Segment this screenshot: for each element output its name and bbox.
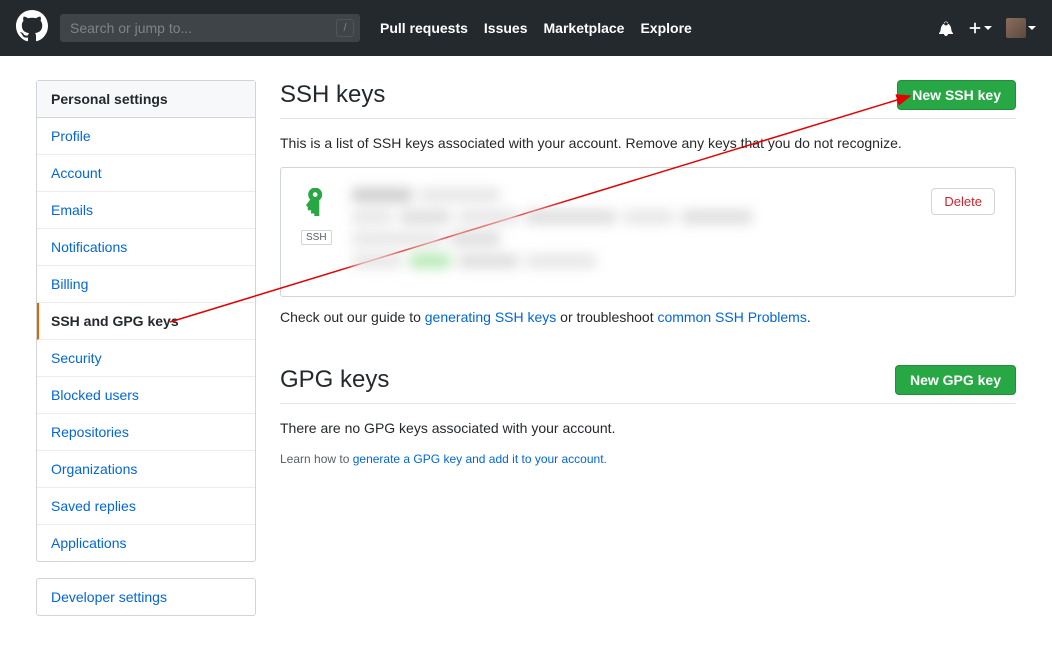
nav-marketplace[interactable]: Marketplace — [544, 20, 625, 36]
ssh-key-item: SSH Delete — [280, 167, 1016, 297]
secondary-settings-menu: Developer settings — [36, 578, 256, 616]
ssh-badge: SSH — [301, 230, 332, 245]
gpg-learn-note: Learn how to generate a GPG key and add … — [280, 452, 1016, 466]
search-slash-hint: / — [336, 19, 354, 37]
ssh-guide-note: Check out our guide to generating SSH ke… — [280, 309, 1016, 325]
sidebar-item-billing[interactable]: Billing — [37, 266, 255, 303]
sidebar-item-notifications[interactable]: Notifications — [37, 229, 255, 266]
ssh-description: This is a list of SSH keys associated wi… — [280, 135, 1016, 151]
sidebar-item-profile[interactable]: Profile — [37, 118, 255, 155]
sidebar-item-repositories[interactable]: Repositories — [37, 414, 255, 451]
nav-explore[interactable]: Explore — [640, 20, 691, 36]
avatar — [1006, 18, 1026, 38]
sidebar-item-blocked-users[interactable]: Blocked users — [37, 377, 255, 414]
sidebar-item-saved-replies[interactable]: Saved replies — [37, 488, 255, 525]
new-ssh-key-button[interactable]: New SSH key — [897, 80, 1016, 110]
ssh-keys-heading: SSH keys — [280, 81, 385, 109]
sidebar-item-organizations[interactable]: Organizations — [37, 451, 255, 488]
delete-ssh-key-button[interactable]: Delete — [931, 188, 995, 215]
sidebar-item-developer-settings[interactable]: Developer settings — [37, 579, 255, 615]
link-common-ssh-problems[interactable]: common SSH Problems — [657, 309, 806, 325]
add-dropdown[interactable] — [968, 21, 992, 35]
sidebar-item-applications[interactable]: Applications — [37, 525, 255, 561]
key-icon — [301, 188, 332, 221]
nav-pull-requests[interactable]: Pull requests — [380, 20, 468, 36]
github-logo-icon[interactable] — [16, 10, 48, 47]
sidebar-item-emails[interactable]: Emails — [37, 192, 255, 229]
user-menu[interactable] — [1006, 18, 1036, 38]
nav-issues[interactable]: Issues — [484, 20, 528, 36]
link-generate-gpg-key[interactable]: generate a GPG key and add it to your ac… — [353, 452, 604, 466]
ssh-key-details — [352, 188, 912, 276]
gpg-keys-heading: GPG keys — [280, 366, 389, 394]
sidebar-item-security[interactable]: Security — [37, 340, 255, 377]
personal-settings-menu: Personal settings Profile Account Emails… — [36, 80, 256, 562]
search-input[interactable] — [60, 14, 360, 42]
notifications-bell-icon[interactable] — [938, 20, 954, 36]
menu-heading: Personal settings — [37, 81, 255, 118]
new-gpg-key-button[interactable]: New GPG key — [895, 365, 1016, 395]
sidebar-item-ssh-gpg-keys: SSH and GPG keys — [37, 303, 255, 340]
sidebar-item-account[interactable]: Account — [37, 155, 255, 192]
link-generating-ssh-keys[interactable]: generating SSH keys — [425, 309, 557, 325]
gpg-empty-message: There are no GPG keys associated with yo… — [280, 420, 1016, 436]
